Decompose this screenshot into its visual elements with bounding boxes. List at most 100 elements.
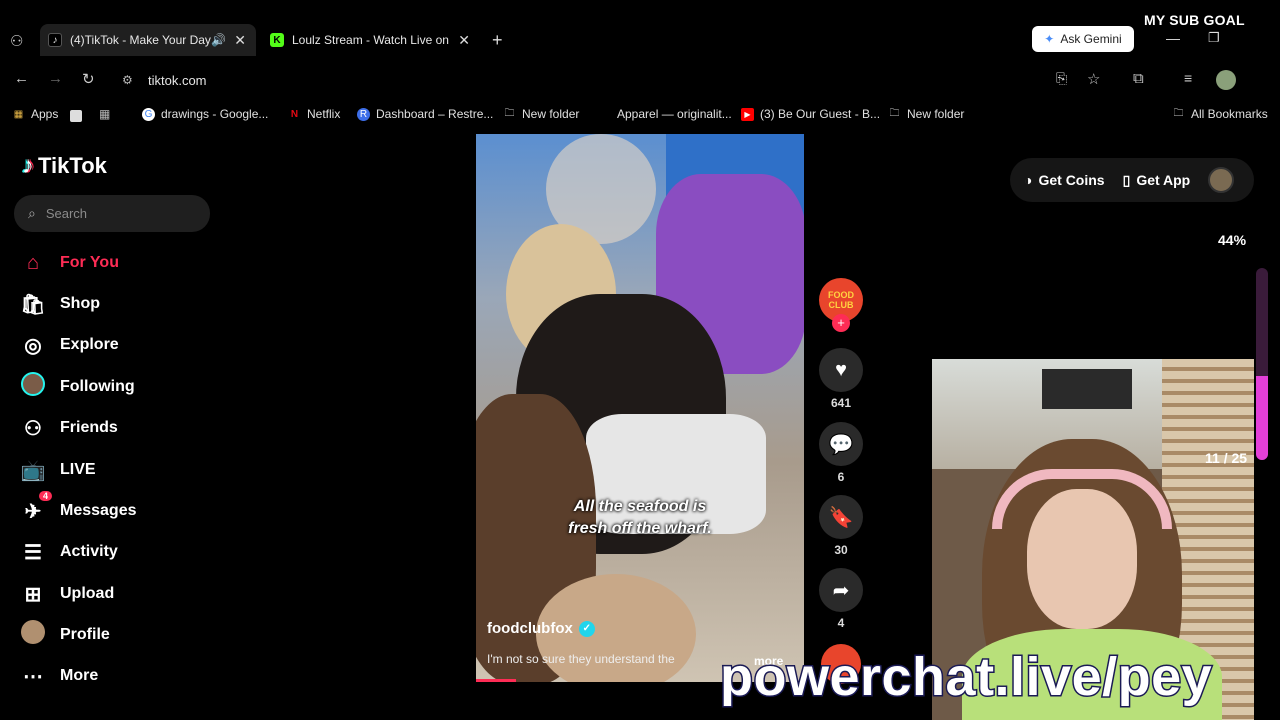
bookmark-be-our-guest[interactable]: ▶ (3) Be Our Guest - B... [741, 107, 880, 121]
comment-count: 6 [837, 470, 845, 484]
messages-icon: ✈ 4 [20, 490, 52, 524]
site-info-icon[interactable]: ⚙ [122, 73, 133, 87]
sidebar-item-explore[interactable]: ◎ Explore [20, 330, 118, 360]
tiktok-logo[interactable]: ♪ TikTok [22, 152, 107, 180]
channel-badge: FOOD CLUB [828, 290, 854, 310]
headphones-icon [992, 469, 1172, 529]
profile-avatar-icon [20, 620, 46, 650]
address-bar[interactable]: ⚙ tiktok.com [112, 66, 912, 94]
tiktok-wordmark: TikTok [38, 153, 107, 178]
bookmark-all[interactable]: 🗀 All Bookmarks [1172, 107, 1268, 121]
ask-gemini-button[interactable]: ✦ Ask Gemini [1032, 26, 1134, 52]
sidebar-item-profile[interactable]: Profile [20, 620, 110, 650]
forward-icon[interactable]: → [48, 70, 63, 87]
grid-icon[interactable]: ▦ [99, 107, 110, 121]
bookmark-new-folder[interactable]: 🗀 New folder [503, 107, 580, 121]
tab-kick[interactable]: K Loulz Stream - Watch Live on K ✕ [270, 28, 474, 52]
sidebar-item-more[interactable]: ⋯ More [20, 661, 98, 691]
bookmark-drawings[interactable]: G drawings - Google... [142, 107, 268, 121]
sidebar-item-friends[interactable]: ⚇ Friends [20, 413, 118, 443]
bookmark-label: New folder [522, 107, 580, 121]
minimize-icon[interactable]: — [1166, 30, 1180, 46]
bookmark-label: Apparel — originalit... [617, 107, 732, 121]
sidebar-item-label: For You [60, 254, 119, 271]
sidebar-item-label: Profile [60, 626, 110, 643]
get-coins-button[interactable]: ◑ Get Coins [1024, 172, 1105, 188]
tiktok-favicon-icon: ♪ [48, 33, 62, 47]
bookmark-star-icon[interactable]: ☆ [1087, 70, 1100, 88]
sub-goal-title: MY SUB GOAL [1144, 12, 1245, 28]
new-tab-icon[interactable]: + [492, 30, 503, 51]
sidebar-item-label: Shop [60, 295, 100, 312]
get-app-button[interactable]: ▯ Get App [1123, 172, 1191, 189]
share-count: 4 [837, 616, 845, 630]
search-input[interactable]: ⌕ Search [14, 195, 210, 232]
sidebar-item-live[interactable]: 📺 LIVE [20, 455, 96, 485]
more-icon: ⋯ [23, 665, 43, 688]
extensions-icon[interactable]: ⧉ [1133, 70, 1144, 87]
phone-icon: ▯ [1122, 171, 1131, 188]
bookmark-icon: 🔖 [819, 495, 863, 539]
sidebar-item-label: LIVE [60, 461, 96, 478]
media-controls-icon[interactable]: ≡ [1184, 70, 1192, 86]
save-button[interactable]: 🔖 30 [818, 495, 864, 557]
folder-icon: 🗀 [504, 107, 515, 119]
sidebar-item-label: Following [60, 378, 135, 395]
sidebar-item-upload[interactable]: ⊞ Upload [20, 579, 115, 609]
ask-gemini-label: Ask Gemini [1060, 32, 1122, 46]
comment-button[interactable]: 💬 6 [818, 422, 864, 484]
close-tab-icon[interactable]: ✕ [234, 32, 246, 49]
bookmark-label: (3) Be Our Guest - B... [760, 107, 881, 121]
video-caption-line: All the seafood is [573, 498, 707, 515]
sidebar-item-for-you[interactable]: ⌂ For You [20, 248, 119, 278]
like-button[interactable]: ♥ 641 [818, 348, 864, 410]
follow-plus-icon[interactable]: + [832, 314, 850, 332]
sidebar-item-label: Friends [60, 419, 118, 436]
audio-icon[interactable]: 🔊 [211, 33, 226, 47]
bookmark-label: drawings - Google... [161, 107, 269, 121]
share-button[interactable]: ➦ 4 [818, 568, 864, 630]
sidebar-item-shop[interactable]: 🛍 Shop [20, 289, 100, 319]
bookmark-label: Netflix [307, 107, 341, 121]
tab-tiktok[interactable]: ♪ (4)TikTok - Make Your Day 🔊 ✕ [40, 24, 256, 56]
url-text: tiktok.com [148, 72, 207, 88]
apparel-icon [598, 108, 611, 121]
restore-icon[interactable]: ❐ [1208, 30, 1220, 46]
video-player[interactable]: All the seafood is fresh off the wharf. [476, 134, 804, 682]
bookmark-apparel[interactable]: Apparel — originalit... [598, 107, 732, 121]
bookmark-label: New folder [907, 107, 965, 121]
tab-search-icon[interactable]: ⚇ [10, 32, 23, 50]
save-count: 30 [834, 543, 848, 557]
tiktok-note-icon: ♪ [22, 152, 34, 179]
reload-icon[interactable]: ↻ [82, 70, 95, 88]
video-author[interactable]: foodclubfox ✓ [487, 620, 595, 637]
sidebar-item-activity[interactable]: ☰ Activity [20, 537, 118, 567]
author-name: foodclubfox [487, 620, 573, 637]
sidebar-item-following[interactable]: Following [20, 372, 135, 402]
bookmarks-bar: ▦ Apps ▦ G drawings - Google... N Netfli… [0, 102, 1280, 128]
bookmark-blank-icon[interactable] [70, 110, 82, 122]
channel-avatar[interactable]: FOOD CLUB + [818, 278, 864, 332]
verified-icon: ✓ [578, 620, 595, 637]
profile-avatar-icon[interactable] [1208, 167, 1235, 193]
top-actions: ◑ Get Coins ▯ Get App [1010, 158, 1254, 202]
bookmark-dashboard[interactable]: R Dashboard – Restre... [357, 107, 493, 121]
shop-icon: 🛍 [20, 293, 46, 316]
search-icon: ⌕ [28, 205, 36, 221]
bookmark-new-folder-2[interactable]: 🗀 New folder [888, 107, 965, 121]
bookmark-label: Apps [31, 107, 59, 121]
close-tab-icon[interactable]: ✕ [458, 32, 470, 49]
profile-avatar-icon[interactable] [1216, 70, 1236, 90]
video-progress-bar[interactable] [476, 679, 516, 682]
sidebar-item-messages[interactable]: ✈ 4 Messages [20, 490, 137, 526]
share-icon: ➦ [819, 568, 863, 612]
stream-watermark: powerchat.live/pey [718, 646, 1213, 709]
bookmark-label: Dashboard – Restre... [376, 107, 494, 121]
install-app-icon[interactable]: ⎘ [1056, 70, 1067, 87]
sub-goal-progress-fill [1256, 375, 1268, 460]
bookmark-netflix[interactable]: N Netflix [288, 107, 340, 121]
webcam-microwave [1042, 369, 1132, 409]
sub-goal-counter: 11 / 25 [1205, 450, 1248, 466]
back-icon[interactable]: ← [14, 70, 29, 87]
bookmark-apps[interactable]: ▦ Apps [12, 107, 59, 121]
